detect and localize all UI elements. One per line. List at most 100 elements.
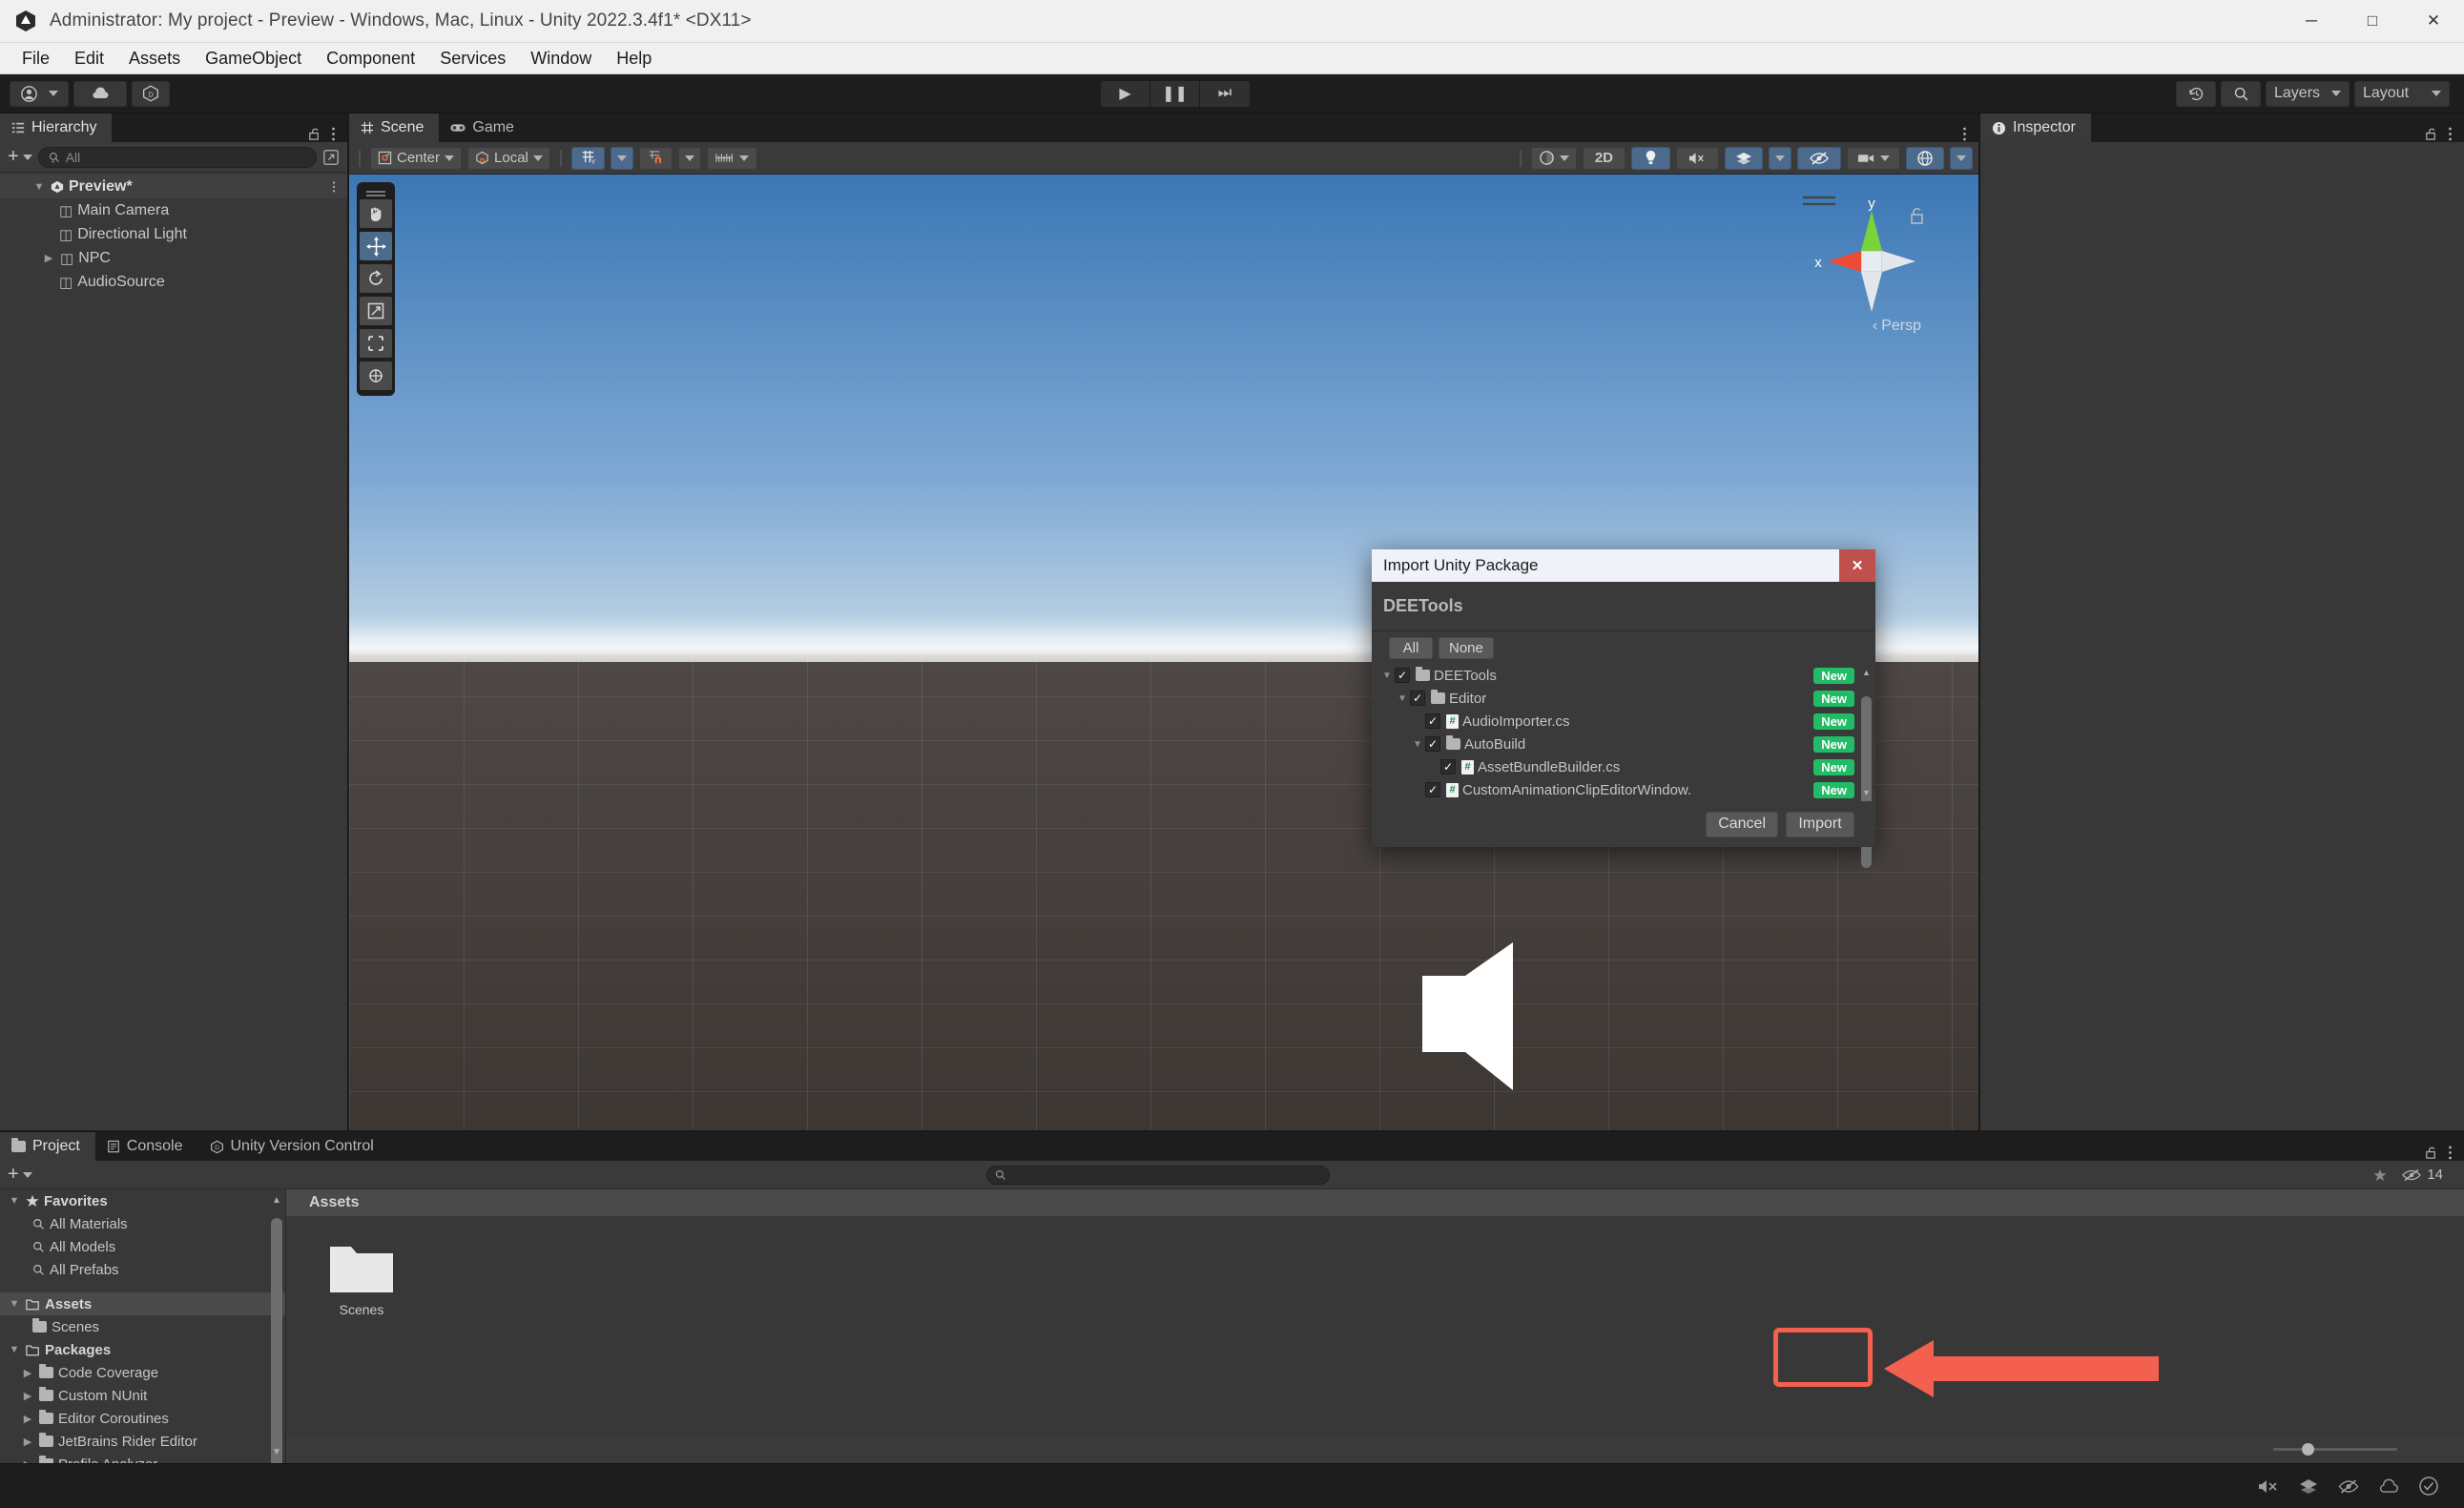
favorite-star-icon[interactable] [2373, 1168, 2387, 1182]
dialog-tree-row[interactable]: ▼ ✓ AutoBuild New [1372, 733, 1875, 755]
chevron-down-icon[interactable]: ▼ [8, 1298, 21, 1310]
menu-component[interactable]: Component [314, 45, 427, 72]
cloud-button[interactable] [73, 80, 127, 107]
hierarchy-expand-icon[interactable] [322, 149, 340, 166]
dialog-tree-row[interactable]: ▼ ✓ DEETools New [1372, 664, 1875, 687]
scene-audio-toggle[interactable] [1676, 146, 1719, 170]
project-tree-item-all-prefabs[interactable]: All Prefabs [0, 1258, 285, 1281]
layers-dropdown[interactable]: Layers [2266, 80, 2350, 107]
palette-drag-handle[interactable] [366, 191, 385, 193]
speaker-mesh[interactable] [1422, 938, 1570, 1095]
tab-scene[interactable]: Scene [349, 114, 440, 142]
scene-view-gizmo[interactable]: y x [1790, 184, 1952, 346]
scene-lighting-toggle[interactable] [1631, 146, 1670, 170]
chevron-right-icon[interactable]: ▶ [42, 252, 55, 264]
project-tree-scroll-thumb[interactable] [271, 1218, 282, 1463]
visibility-status-icon[interactable] [2338, 1478, 2359, 1495]
ruler-toggle[interactable] [706, 146, 757, 170]
lock-open-icon[interactable] [307, 127, 321, 141]
undo-history-button[interactable] [2176, 80, 2216, 107]
tab-unity-version-control[interactable]: D Unity Version Control [198, 1132, 389, 1161]
kebab-menu-icon[interactable] [2448, 126, 2453, 142]
chevron-right-icon[interactable]: ▶ [21, 1390, 34, 1402]
scene-perspective-label[interactable]: ‹ Persp [1873, 318, 1921, 335]
hierarchy-item-main-camera[interactable]: ◫ Main Camera [0, 198, 347, 222]
move-tool-button[interactable] [360, 232, 392, 260]
import-button[interactable]: Import [1786, 811, 1854, 837]
select-all-button[interactable]: All [1389, 636, 1433, 659]
layers-status-icon[interactable] [2298, 1477, 2319, 1495]
tab-hierarchy[interactable]: Hierarchy [0, 114, 113, 142]
hierarchy-item-npc[interactable]: ▶ ◫ NPC [0, 246, 347, 270]
gizmos-dropdown[interactable] [1950, 146, 1973, 170]
project-tree-item-code-coverage[interactable]: ▶ Code Coverage [0, 1361, 285, 1384]
project-tree-item-all-models[interactable]: All Models [0, 1235, 285, 1258]
rect-tool-button[interactable] [360, 329, 392, 358]
project-tree-item-packages[interactable]: ▼ Packages [0, 1338, 285, 1361]
project-search-input[interactable] [985, 1165, 1330, 1185]
scene-effects-toggle[interactable] [1725, 146, 1763, 170]
chevron-down-icon[interactable]: ▼ [32, 181, 46, 193]
layout-dropdown[interactable]: Layout [2354, 80, 2450, 107]
hierarchy-item-audiosource[interactable]: ◫ AudioSource [0, 270, 347, 294]
tab-console[interactable]: Console [95, 1132, 198, 1161]
hierarchy-item-preview[interactable]: ▼ Preview* [0, 175, 347, 198]
chevron-down-icon[interactable]: ▼ [8, 1344, 21, 1355]
tab-game[interactable]: Game [439, 114, 529, 142]
project-tree-item-all-materials[interactable]: All Materials [0, 1212, 285, 1235]
cloud-status-icon[interactable] [2378, 1478, 2399, 1495]
transform-tool-button[interactable] [360, 362, 392, 390]
project-add-button[interactable]: + [8, 1164, 32, 1186]
hierarchy-item-directional-light[interactable]: ◫ Directional Light [0, 222, 347, 246]
dialog-row-checkbox[interactable]: ✓ [1425, 713, 1440, 729]
kebab-menu-icon[interactable] [2448, 1145, 2453, 1161]
select-none-button[interactable]: None [1439, 636, 1494, 659]
magnet-snap-toggle[interactable] [638, 146, 673, 170]
unity-services-button[interactable]: D [132, 80, 170, 107]
pause-button[interactable]: ❚❚ [1150, 80, 1200, 107]
lock-open-icon[interactable] [2424, 1146, 2438, 1160]
rotate-tool-button[interactable] [360, 264, 392, 293]
dialog-tree-row[interactable]: ✓ # CustomAnimationClipEditorWindow. New [1372, 778, 1875, 801]
project-tree-item-scenes[interactable]: Scenes [0, 1315, 285, 1338]
check-status-icon[interactable] [2418, 1476, 2439, 1497]
mute-icon[interactable] [2258, 1478, 2279, 1495]
hierarchy-add-button[interactable]: + [8, 146, 32, 168]
account-button[interactable] [10, 80, 69, 107]
dialog-row-checkbox[interactable]: ✓ [1410, 691, 1425, 706]
hand-tool-button[interactable] [360, 199, 392, 228]
chevron-right-icon[interactable]: ▶ [21, 1413, 34, 1425]
step-button[interactable]: ⏭ [1200, 80, 1250, 107]
tab-inspector[interactable]: Inspector [1980, 114, 2091, 142]
kebab-menu-icon[interactable] [1962, 126, 1967, 142]
chevron-down-icon[interactable]: ▼ [1379, 671, 1395, 681]
project-tree-item-custom-nunit[interactable]: ▶ Custom NUnit [0, 1384, 285, 1407]
window-close-button[interactable]: ✕ [2403, 0, 2464, 43]
dialog-tree-row[interactable]: ✓ # AudioImporter.cs New [1372, 710, 1875, 733]
gizmos-toggle[interactable] [1906, 146, 1944, 170]
scroll-down-arrow-icon[interactable]: ▼ [1861, 788, 1872, 797]
asset-zoom-knob[interactable] [2302, 1442, 2314, 1456]
window-maximize-button[interactable]: □ [2342, 0, 2403, 43]
dialog-row-checkbox[interactable]: ✓ [1395, 668, 1410, 683]
2d-toggle[interactable]: 2D [1582, 146, 1625, 170]
project-visibility-count[interactable]: 14 [2402, 1167, 2443, 1183]
breadcrumb[interactable]: Assets [286, 1189, 2464, 1216]
dialog-row-checkbox[interactable]: ✓ [1425, 736, 1440, 752]
asset-zoom-slider[interactable] [2273, 1442, 2397, 1456]
pivot-mode-dropdown[interactable]: Center [370, 146, 463, 170]
scene-camera-dropdown[interactable] [1847, 146, 1900, 170]
scale-tool-button[interactable] [360, 297, 392, 325]
project-tree-item-profile-analyzer[interactable]: ▶ Profile Analyzer [0, 1453, 285, 1463]
menu-file[interactable]: File [10, 45, 62, 72]
chevron-right-icon[interactable]: ▶ [21, 1367, 34, 1379]
chevron-down-icon[interactable]: ▼ [1410, 739, 1425, 750]
dialog-scrollbar[interactable]: ▲ ▼ [1861, 668, 1872, 868]
cancel-button[interactable]: Cancel [1706, 811, 1778, 837]
scroll-down-arrow-icon[interactable]: ▼ [271, 1447, 282, 1457]
dialog-close-button[interactable]: ✕ [1839, 549, 1875, 582]
toolbar-search-button[interactable] [2221, 80, 2261, 107]
menu-help[interactable]: Help [604, 45, 664, 72]
project-tree-item-editor-coroutines[interactable]: ▶ Editor Coroutines [0, 1407, 285, 1430]
shading-mode-dropdown[interactable] [1530, 146, 1577, 170]
